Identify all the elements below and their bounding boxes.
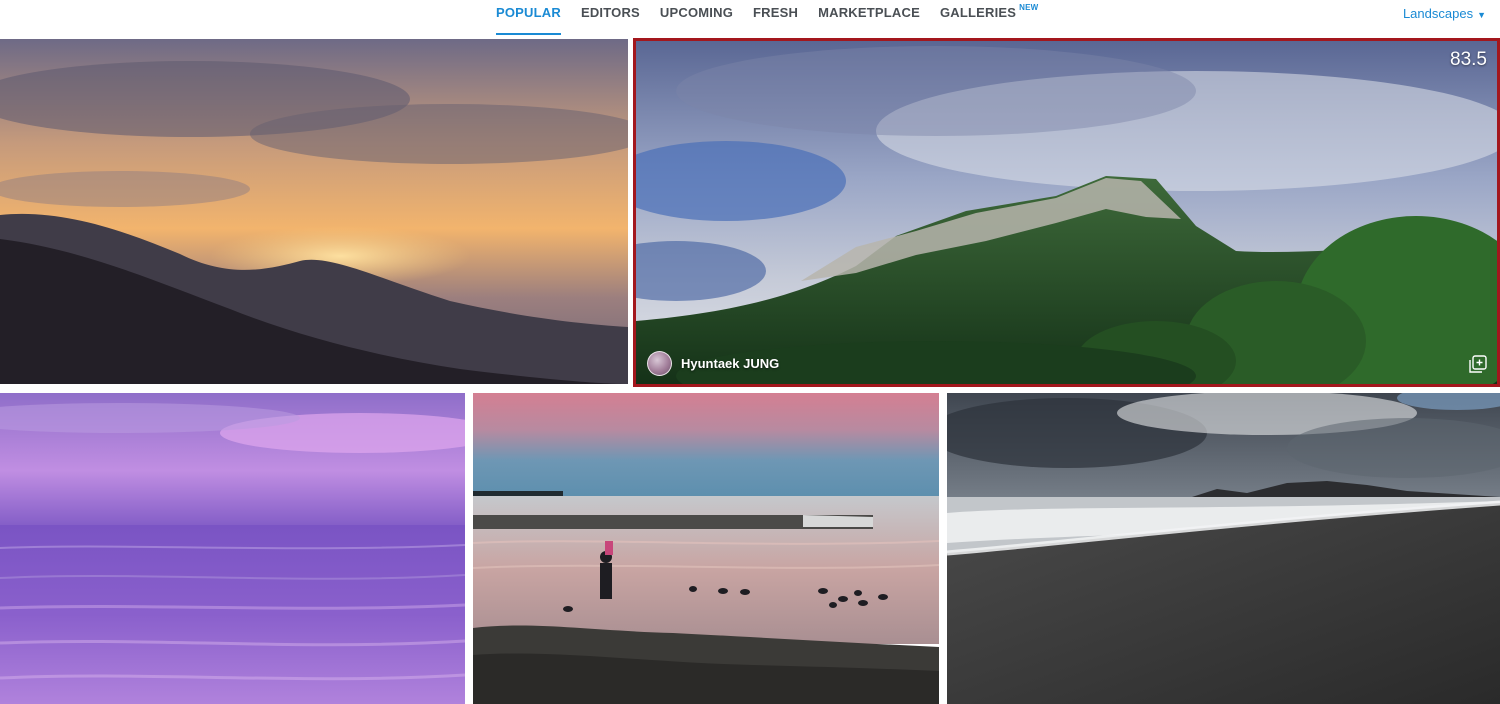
tab-fresh[interactable]: FRESH [753, 0, 798, 36]
photo-tile-lakeshore[interactable] [473, 393, 939, 704]
new-badge: NEW [1019, 3, 1039, 12]
photo-author[interactable]: Hyuntaek JUNG [647, 351, 779, 376]
lakeshore-photo [473, 393, 939, 704]
purple-sea-photo [0, 393, 465, 704]
photo-tile-sunset[interactable] [0, 39, 628, 384]
mountain-photo [636, 41, 1497, 384]
author-name[interactable]: Hyuntaek JUNG [681, 356, 779, 371]
category-dropdown[interactable]: Landscapes ▼ [1403, 6, 1486, 21]
category-label: Landscapes [1402, 6, 1474, 21]
tab-galleries-label: GALLERIES [939, 5, 1017, 20]
photo-score: 83.5 [1450, 49, 1487, 70]
photo-tile-black-sand-beach[interactable] [947, 393, 1500, 704]
sunset-photo [0, 39, 628, 384]
avatar[interactable] [647, 351, 672, 376]
top-navigation: POPULAR EDITORS UPCOMING FRESH MARKETPLA… [0, 0, 1500, 36]
tab-galleries[interactable]: GALLERIES NEW [940, 0, 1038, 36]
black-sand-beach-photo [947, 393, 1500, 704]
tab-popular[interactable]: POPULAR [496, 0, 561, 36]
photo-feed-tabs: POPULAR EDITORS UPCOMING FRESH MARKETPLA… [496, 0, 1058, 36]
chevron-down-icon: ▼ [1477, 10, 1486, 20]
photo-tile-mountain-peak[interactable]: 83.5 Hyuntaek JUNG [633, 38, 1500, 387]
add-to-gallery-icon[interactable] [1469, 355, 1487, 373]
tab-marketplace[interactable]: MARKETPLACE [818, 0, 920, 36]
tab-upcoming[interactable]: UPCOMING [660, 0, 733, 36]
tab-editors[interactable]: EDITORS [581, 0, 640, 36]
photo-tile-purple-sea[interactable] [0, 393, 465, 704]
